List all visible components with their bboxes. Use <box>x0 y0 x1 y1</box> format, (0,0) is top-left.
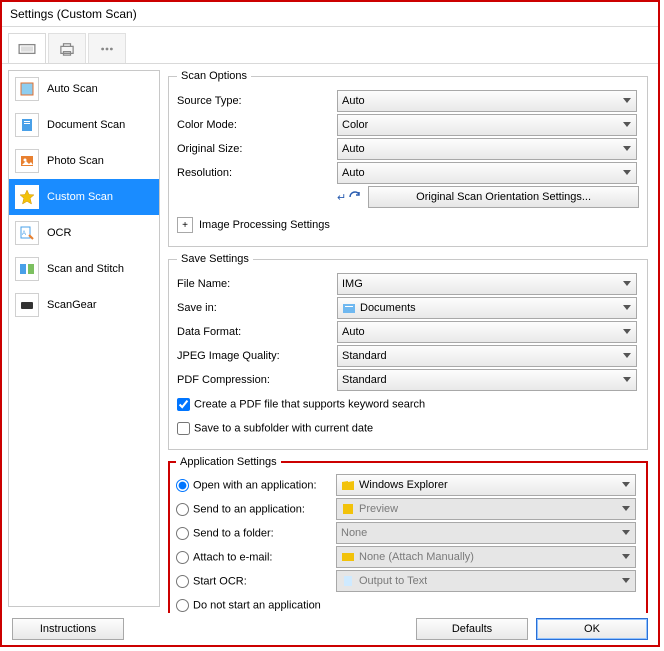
color-mode-select[interactable]: Color <box>337 114 637 136</box>
subfolder-checkbox[interactable]: Save to a subfolder with current date <box>177 422 373 435</box>
send-to-folder-select[interactable]: None <box>336 522 636 544</box>
preview-icon <box>341 502 355 516</box>
sidebar-item-photo-scan[interactable]: Photo Scan <box>9 143 159 179</box>
scan-options-group: Scan Options Source Type:Auto Color Mode… <box>168 70 648 247</box>
tab-scan[interactable] <box>8 33 46 63</box>
settings-window: Settings (Custom Scan) Auto Scan Documen… <box>0 0 660 647</box>
save-in-label: Save in: <box>177 302 337 314</box>
original-size-label: Original Size: <box>177 143 337 155</box>
sidebar-item-label: Auto Scan <box>47 83 98 95</box>
main-panel: Scan Options Source Type:Auto Color Mode… <box>160 64 658 613</box>
printer-icon <box>58 42 76 56</box>
data-format-label: Data Format: <box>177 326 337 338</box>
save-settings-legend: Save Settings <box>177 253 253 265</box>
rotate-icon[interactable]: ↵ <box>337 191 362 204</box>
start-ocr-radio[interactable]: Start OCR: <box>176 575 336 588</box>
pdf-keyword-checkbox[interactable]: Create a PDF file that supports keyword … <box>177 398 425 411</box>
send-to-app-select[interactable]: Preview <box>336 498 636 520</box>
resolution-label: Resolution: <box>177 167 337 179</box>
orientation-settings-button[interactable]: Original Scan Orientation Settings... <box>368 186 639 208</box>
explorer-icon <box>341 478 355 492</box>
sidebar-item-scan-and-stitch[interactable]: Scan and Stitch <box>9 251 159 287</box>
jpeg-quality-label: JPEG Image Quality: <box>177 350 337 362</box>
scangear-icon <box>15 293 39 317</box>
sidebar-item-label: OCR <box>47 227 71 239</box>
sidebar-item-label: Document Scan <box>47 119 125 131</box>
photo-scan-icon <box>15 149 39 173</box>
attach-email-select[interactable]: None (Attach Manually) <box>336 546 636 568</box>
tab-output[interactable] <box>48 33 86 63</box>
auto-scan-icon <box>15 77 39 101</box>
send-to-app-radio[interactable]: Send to an application: <box>176 503 336 516</box>
image-processing-label: Image Processing Settings <box>199 219 330 231</box>
ok-button[interactable]: OK <box>536 618 648 640</box>
save-in-select[interactable]: Documents <box>337 297 637 319</box>
open-with-app-select[interactable]: Windows Explorer <box>336 474 636 496</box>
scanner-icon <box>18 42 36 56</box>
sidebar-item-label: ScanGear <box>47 299 97 311</box>
file-name-label: File Name: <box>177 278 337 290</box>
dots-icon <box>98 42 116 56</box>
resolution-select[interactable]: Auto <box>337 162 637 184</box>
tab-more[interactable] <box>88 33 126 63</box>
ocr-icon: A <box>15 221 39 245</box>
save-settings-group: Save Settings File Name:IMG Save in:Docu… <box>168 253 648 450</box>
color-mode-label: Color Mode: <box>177 119 337 131</box>
send-to-folder-radio[interactable]: Send to a folder: <box>176 527 336 540</box>
pdf-compression-label: PDF Compression: <box>177 374 337 386</box>
defaults-button[interactable]: Defaults <box>416 618 528 640</box>
mail-icon <box>341 550 355 564</box>
start-ocr-select[interactable]: Output to Text <box>336 570 636 592</box>
sidebar-item-label: Scan and Stitch <box>47 263 124 275</box>
source-type-select[interactable]: Auto <box>337 90 637 112</box>
footer: Instructions Defaults OK <box>2 617 658 641</box>
file-name-select[interactable]: IMG <box>337 273 637 295</box>
attach-email-radio[interactable]: Attach to e-mail: <box>176 551 336 564</box>
original-size-select[interactable]: Auto <box>337 138 637 160</box>
scan-options-legend: Scan Options <box>177 70 251 82</box>
do-not-start-radio[interactable]: Do not start an application <box>176 599 321 612</box>
application-settings-group: Application Settings Open with an applic… <box>168 456 648 613</box>
sidebar-item-custom-scan[interactable]: Custom Scan <box>9 179 159 215</box>
sidebar-item-auto-scan[interactable]: Auto Scan <box>9 71 159 107</box>
jpeg-quality-select[interactable]: Standard <box>337 345 637 367</box>
instructions-button[interactable]: Instructions <box>12 618 124 640</box>
document-scan-icon <box>15 113 39 137</box>
sidebar: Auto Scan Document Scan Photo Scan Custo… <box>8 70 160 607</box>
text-icon <box>341 574 355 588</box>
top-tabs <box>2 27 658 64</box>
custom-scan-icon <box>15 185 39 209</box>
sidebar-item-label: Custom Scan <box>47 191 113 203</box>
sidebar-item-label: Photo Scan <box>47 155 104 167</box>
pdf-compression-select[interactable]: Standard <box>337 369 637 391</box>
scan-and-stitch-icon <box>15 257 39 281</box>
sidebar-item-document-scan[interactable]: Document Scan <box>9 107 159 143</box>
expand-image-processing[interactable]: + <box>177 217 193 233</box>
sidebar-item-scangear[interactable]: ScanGear <box>9 287 159 323</box>
open-with-app-radio[interactable]: Open with an application: <box>176 479 336 492</box>
source-type-label: Source Type: <box>177 95 337 107</box>
folder-icon <box>342 301 356 315</box>
data-format-select[interactable]: Auto <box>337 321 637 343</box>
application-settings-legend: Application Settings <box>176 456 281 468</box>
svg-text:A: A <box>22 231 26 237</box>
window-title: Settings (Custom Scan) <box>2 2 658 27</box>
sidebar-item-ocr[interactable]: A OCR <box>9 215 159 251</box>
